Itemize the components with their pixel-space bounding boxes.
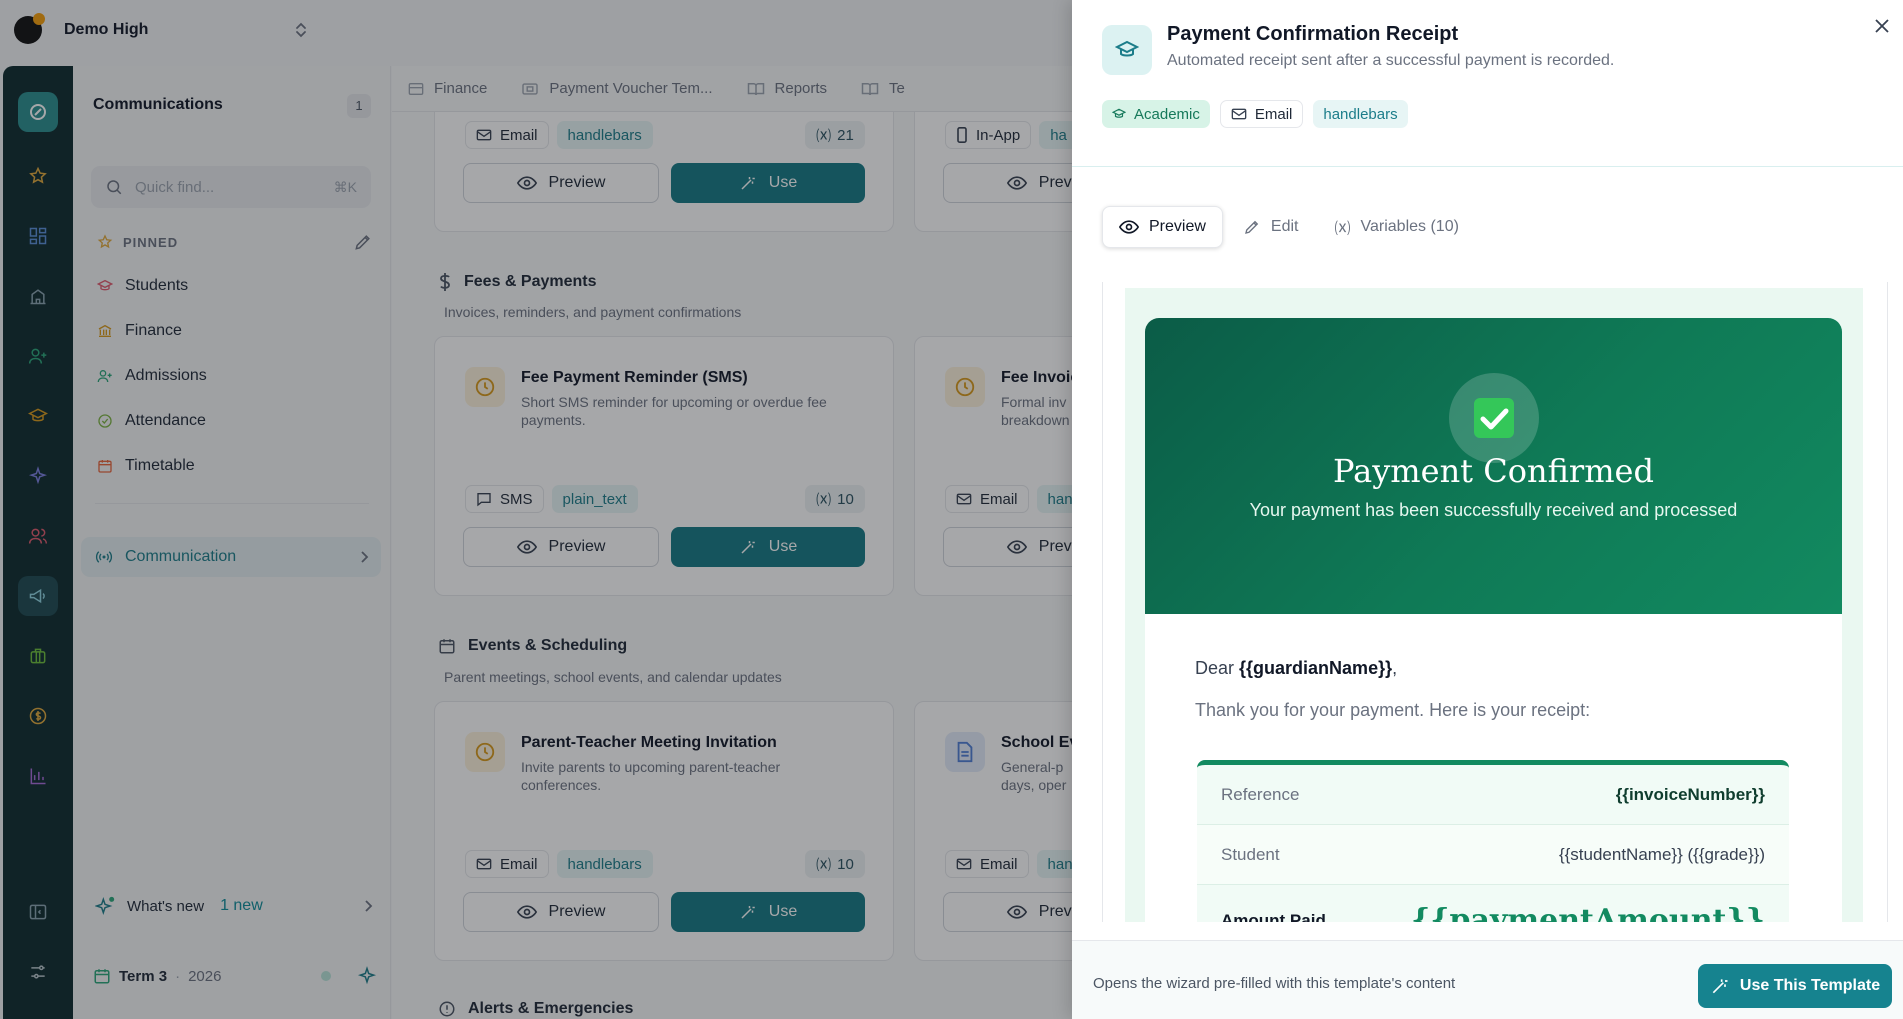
email-greeting: Dear {{guardianName}},: [1195, 658, 1397, 679]
receipt-value: {{invoiceNumber}}: [1615, 784, 1765, 804]
email-body: Dear {{guardianName}}, Thank you for you…: [1145, 614, 1842, 922]
tag-label: Academic: [1134, 105, 1200, 123]
greeting-word: Dear: [1195, 658, 1235, 678]
graduation-cap-icon: [1112, 108, 1126, 118]
category-tag: Academic: [1102, 100, 1210, 128]
receipt-amount: {{paymentAmount}}: [1410, 902, 1765, 923]
variable-icon: ⒳: [1334, 221, 1351, 238]
modal-backdrop[interactable]: [0, 0, 1072, 1019]
template-tags: Academic Email handlebars: [1102, 100, 1408, 128]
email-preview[interactable]: Payment Confirmed Your payment has been …: [1102, 282, 1888, 922]
receipt-row: Reference {{invoiceNumber}}: [1197, 765, 1789, 825]
divider: [1072, 166, 1903, 167]
edit-pencil-icon: [1244, 220, 1259, 234]
drawer-title: Payment Confirmation Receipt: [1167, 23, 1459, 45]
tab-label: Variables (10): [1360, 218, 1459, 235]
greeting-comma: ,: [1392, 658, 1398, 678]
check-box-icon: [1474, 398, 1514, 438]
format-tag: handlebars: [1313, 100, 1408, 128]
email-intro: Thank you for your payment. Here is your…: [1195, 700, 1591, 720]
footer-note: Opens the wizard pre-filled with this te…: [1093, 975, 1456, 992]
graduation-cap-icon: [1115, 40, 1139, 57]
tag-label: Email: [1254, 105, 1293, 123]
receipt-label: Reference: [1221, 784, 1300, 804]
template-preview-drawer: Payment Confirmation Receipt Automated r…: [1072, 0, 1903, 1019]
close-icon: [1875, 19, 1889, 33]
receipt-table: Reference {{invoiceNumber}} Student {{st…: [1197, 760, 1789, 922]
eye-icon: [1119, 220, 1139, 234]
email-hero-title: Payment Confirmed: [1333, 452, 1654, 490]
use-template-label: Use This Template: [1739, 977, 1881, 994]
receipt-label: Amount Paid: [1221, 911, 1326, 922]
tab-edit[interactable]: Edit: [1227, 206, 1315, 248]
tab-variables[interactable]: ⒳ Variables (10): [1318, 206, 1474, 248]
receipt-row: Student {{studentName}} ({{grade}}): [1197, 825, 1789, 885]
receipt-row: Amount Paid {{paymentAmount}}: [1197, 885, 1789, 923]
tab-label: Edit: [1270, 218, 1299, 235]
channel-tag: Email: [1219, 100, 1304, 128]
magic-wand-icon: [1712, 979, 1728, 994]
email-hero-banner: Payment Confirmed Your payment has been …: [1145, 318, 1842, 614]
use-this-template-button[interactable]: Use This Template: [1698, 964, 1892, 1008]
success-badge: [1449, 373, 1539, 463]
template-icon: [1102, 25, 1152, 75]
drawer-footer: Opens the wizard pre-filled with this te…: [1072, 940, 1903, 1019]
guardian-variable: {{guardianName}}: [1239, 658, 1393, 678]
drawer-subtitle: Automated receipt sent after a successfu…: [1167, 52, 1615, 69]
mail-icon: [1231, 108, 1247, 120]
close-button[interactable]: [1870, 14, 1894, 38]
tab-preview[interactable]: Preview: [1102, 206, 1223, 248]
receipt-value: {{studentName}} ({{grade}}): [1558, 844, 1765, 864]
drawer-tabs: Preview Edit ⒳ Variables (10): [1102, 206, 1475, 248]
tab-label: Preview: [1149, 218, 1206, 235]
email-hero-subtitle: Your payment has been successfully recei…: [1249, 500, 1738, 520]
receipt-label: Student: [1221, 844, 1280, 864]
